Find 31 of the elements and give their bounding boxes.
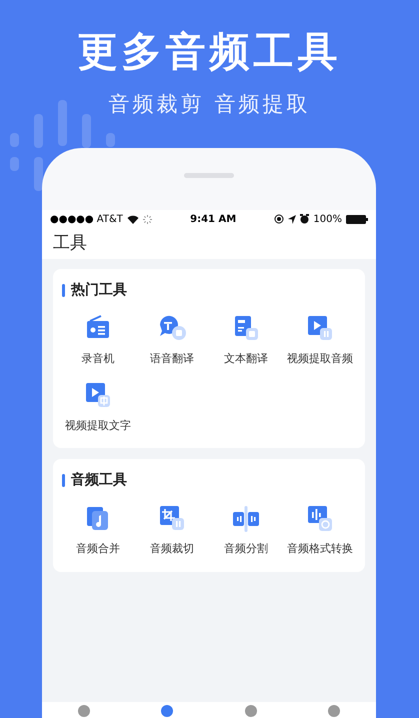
tool-button[interactable]: 文本翻译 [209,313,283,368]
clock-text: 9:41 AM [190,212,236,226]
tool-button[interactable]: 音频合并 [61,503,135,558]
section-title: 音频工具 [71,470,127,490]
lock-rotation-icon [274,214,284,224]
tool-button[interactable]: 视频提取音频 [283,313,357,368]
tool-button[interactable]: 录音机 [61,313,135,368]
alarm-icon [300,214,310,224]
section-title: 热门工具 [71,280,127,300]
spinner-icon [142,214,152,224]
battery-text: 100% [313,212,342,226]
speaker-slot [184,173,234,178]
split-waveform-icon [230,503,262,535]
tool-button[interactable]: 语音翻译 [135,313,209,368]
tab-icon[interactable] [76,702,92,718]
subheadline: 音频裁剪 音频提取 [108,91,310,118]
battery-icon [346,214,368,224]
tool-button[interactable]: 视频提取文字 [61,380,135,434]
tool-button[interactable]: 音频格式转换 [283,503,357,558]
section-marker [62,284,65,297]
tool-button[interactable]: 音频裁切 [135,503,209,558]
tool-button[interactable]: 音频分割 [209,503,283,558]
headline: 更多音频工具 [78,28,342,76]
page-title: 工具 [53,232,87,255]
tab-icon[interactable] [242,702,259,718]
tab-icon[interactable] [159,702,176,718]
tab-icon[interactable] [326,702,342,718]
wifi-icon [126,214,139,224]
location-icon [288,214,296,224]
carrier-text: ●●●●● AT&T [50,212,123,226]
section-marker [62,474,65,487]
